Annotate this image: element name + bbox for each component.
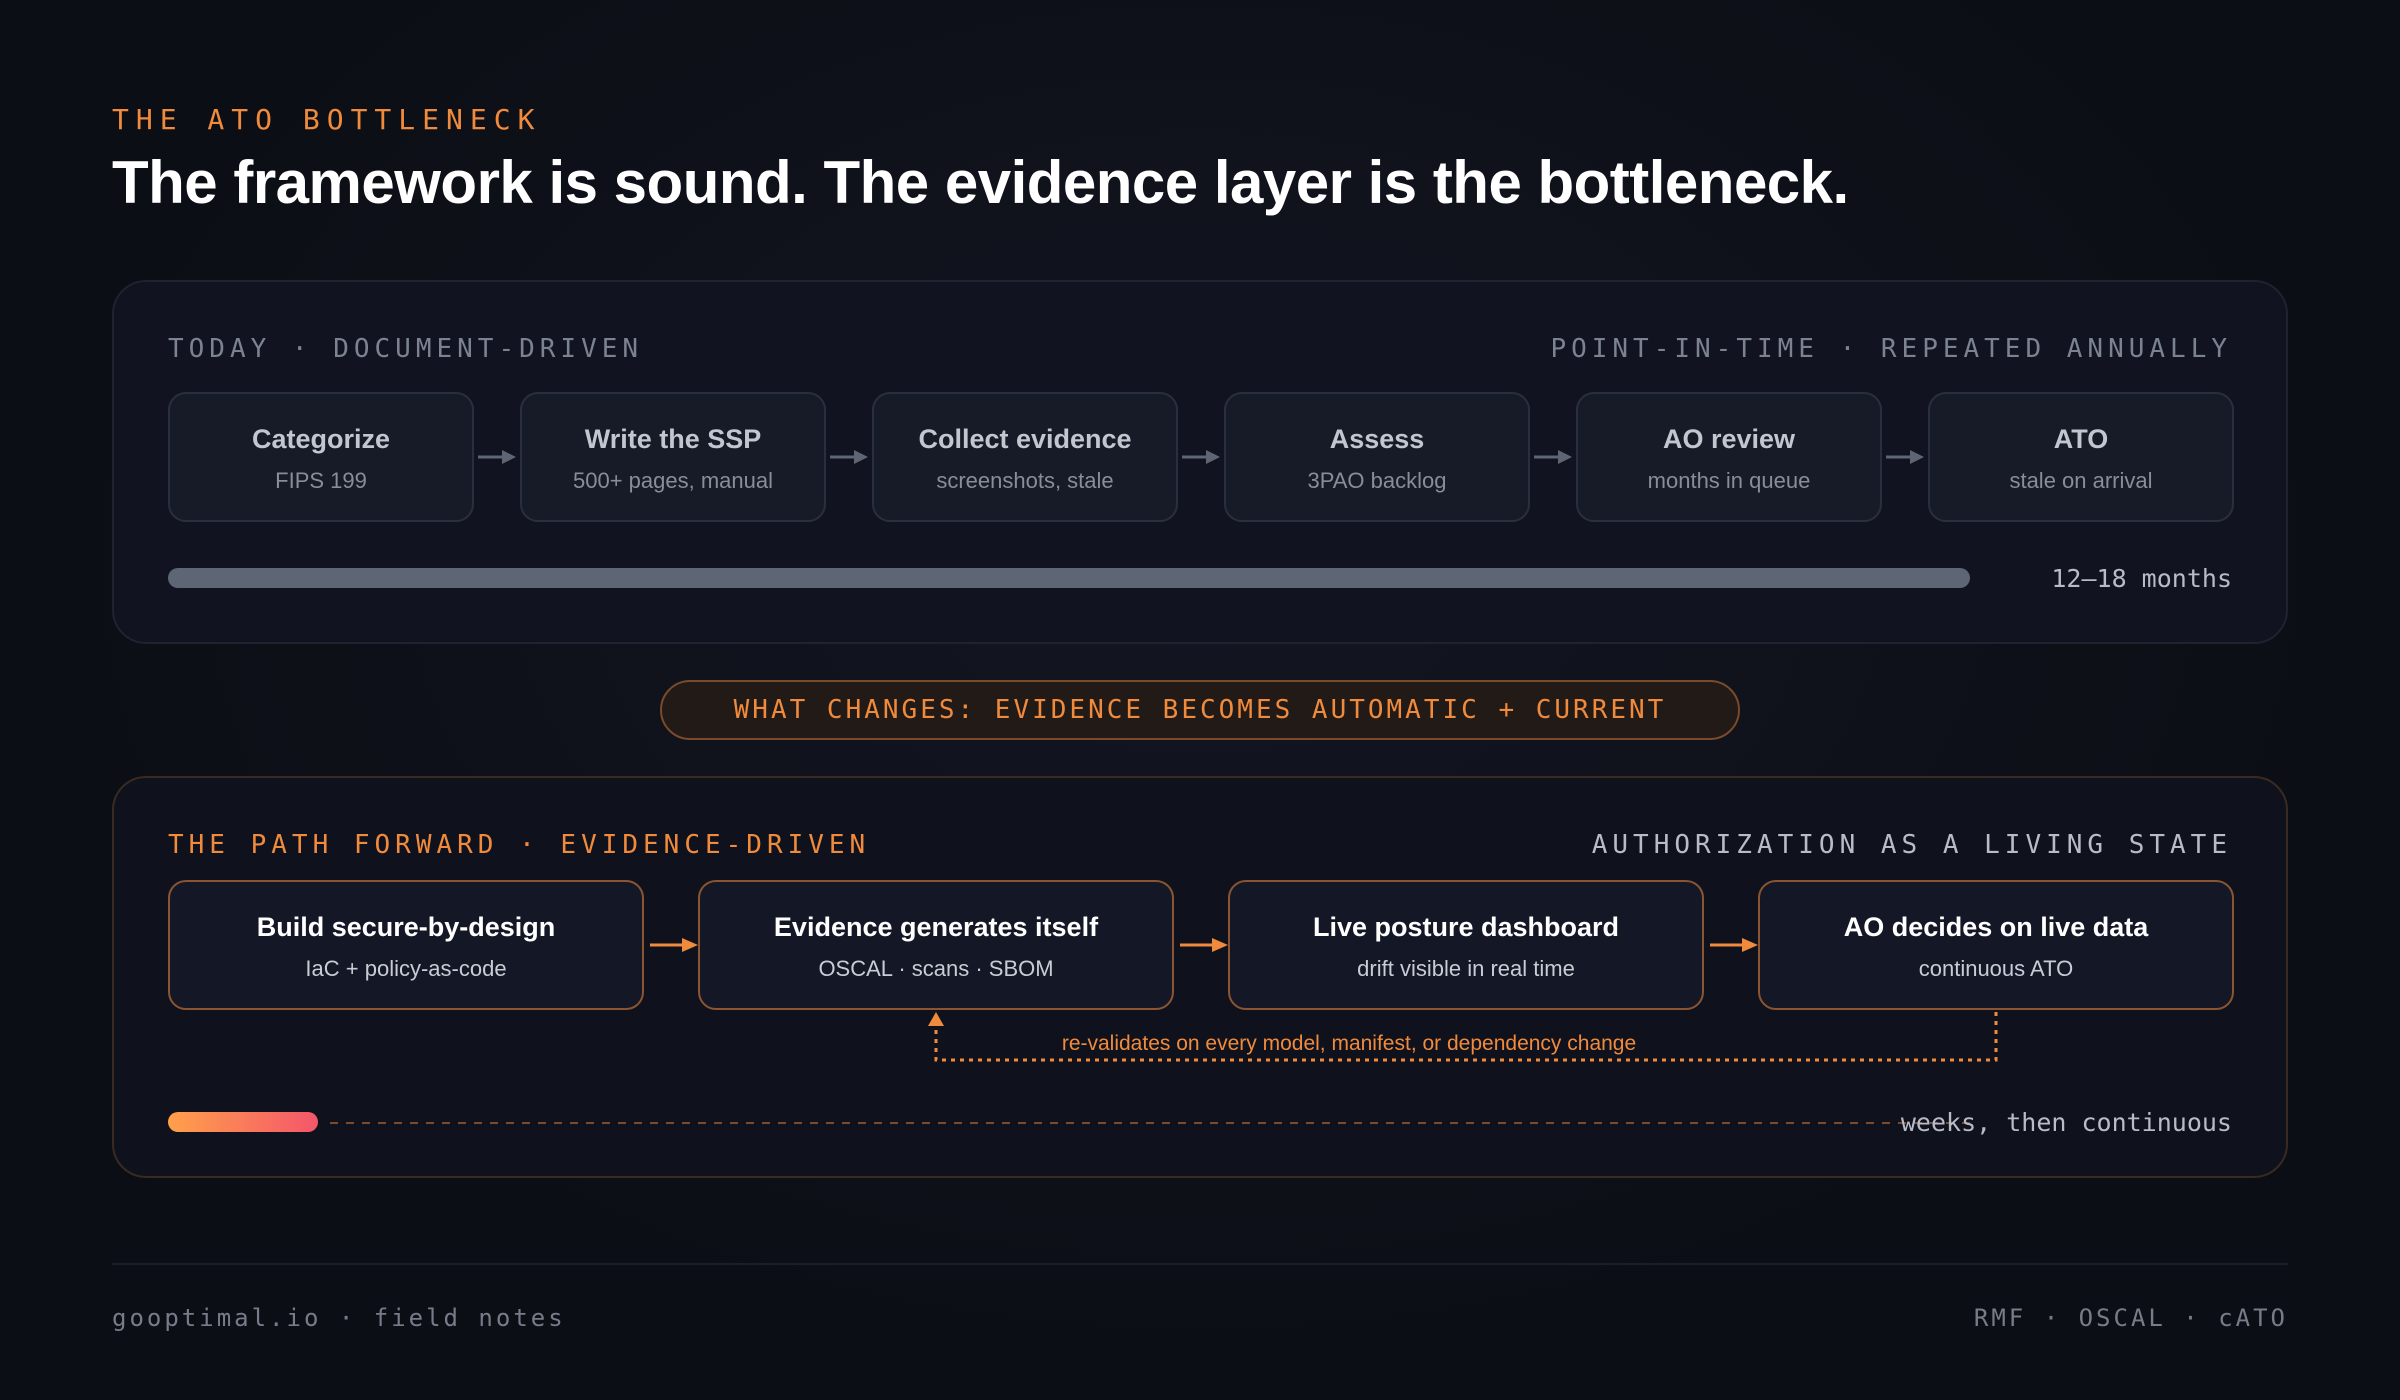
arrow-right-icon: [1180, 938, 1228, 952]
step-title: Collect evidence: [918, 424, 1132, 454]
arrow-right-icon: [1886, 450, 1924, 464]
footer-tags: RMF · OSCAL · cATO: [1973, 1304, 2288, 1332]
footer-source: gooptimal.io · field notes: [112, 1304, 566, 1332]
step-subtitle: OSCAL · scans · SBOM: [818, 956, 1054, 981]
step-title: AO review: [1662, 424, 1796, 454]
loop-label: re-validates on every model, manifest, o…: [1061, 1032, 1637, 1055]
step-collect-evidence: Collect evidence screenshots, stale: [872, 392, 1178, 522]
step-subtitle: months in queue: [1647, 468, 1811, 493]
step-subtitle: drift visible in real time: [1357, 956, 1575, 981]
today-panel: TODAY · DOCUMENT-DRIVEN POINT-IN-TIME · …: [112, 280, 2288, 644]
future-label: THE PATH FORWARD · EVIDENCE-DRIVEN: [168, 830, 871, 860]
step-build-secure: Build secure-by-design IaC + policy-as-c…: [168, 880, 644, 1010]
step-title: Assess: [1329, 424, 1425, 454]
step-title: Live posture dashboard: [1312, 912, 1620, 942]
page: THE ATO BOTTLENECK The framework is soun…: [0, 0, 2400, 1400]
arrow-right-icon: [1534, 450, 1572, 464]
eyebrow: THE ATO BOTTLENECK: [112, 103, 542, 136]
step-subtitle: stale on arrival: [2009, 468, 2153, 493]
step-subtitle: continuous ATO: [1918, 956, 2074, 981]
timeline-bar: [168, 568, 1970, 588]
arrow-right-icon: [1710, 938, 1758, 952]
step-ao-decides: AO decides on live data continuous ATO: [1758, 880, 2234, 1010]
arrow-right-icon: [478, 450, 516, 464]
step-title: Evidence generates itself: [773, 912, 1099, 942]
step-subtitle: FIPS 199: [275, 468, 367, 493]
step-subtitle: 3PAO backlog: [1307, 468, 1447, 493]
step-live-dashboard: Live posture dashboard drift visible in …: [1228, 880, 1704, 1010]
footer-divider: [112, 1263, 2288, 1265]
today-label: TODAY · DOCUMENT-DRIVEN: [168, 334, 644, 364]
step-title: Write the SSP: [584, 424, 762, 454]
step-subtitle: 500+ pages, manual: [573, 468, 773, 493]
step-title: ATO: [2053, 424, 2109, 454]
future-cadence: AUTHORIZATION AS A LIVING STATE: [1591, 830, 2232, 860]
step-subtitle: screenshots, stale: [936, 468, 1114, 493]
step-title: Build secure-by-design: [256, 912, 556, 942]
step-ato: ATO stale on arrival: [1928, 392, 2234, 522]
today-duration: 12–18 months: [2051, 564, 2232, 593]
step-evidence-generates: Evidence generates itself OSCAL · scans …: [698, 880, 1174, 1010]
change-pill: WHAT CHANGES: EVIDENCE BECOMES AUTOMATIC…: [660, 680, 1740, 740]
step-write-ssp: Write the SSP 500+ pages, manual: [520, 392, 826, 522]
step-title: Categorize: [251, 424, 391, 454]
timeline-bar-fast: [168, 1112, 318, 1132]
page-title: The framework is sound. The evidence lay…: [112, 149, 1849, 216]
future-panel: THE PATH FORWARD · EVIDENCE-DRIVEN AUTHO…: [112, 776, 2288, 1178]
arrow-right-icon: [1182, 450, 1220, 464]
step-ao-review: AO review months in queue: [1576, 392, 1882, 522]
step-title: AO decides on live data: [1843, 912, 2149, 942]
timeline-dashed-line: [330, 1122, 1970, 1124]
today-cadence: POINT-IN-TIME · REPEATED ANNUALLY: [1550, 334, 2232, 364]
arrow-right-icon: [650, 938, 698, 952]
step-subtitle: IaC + policy-as-code: [305, 956, 507, 981]
future-duration: weeks, then continuous: [1900, 1108, 2232, 1137]
step-assess: Assess 3PAO backlog: [1224, 392, 1530, 522]
step-categorize: Categorize FIPS 199: [168, 392, 474, 522]
arrow-right-icon: [830, 450, 868, 464]
